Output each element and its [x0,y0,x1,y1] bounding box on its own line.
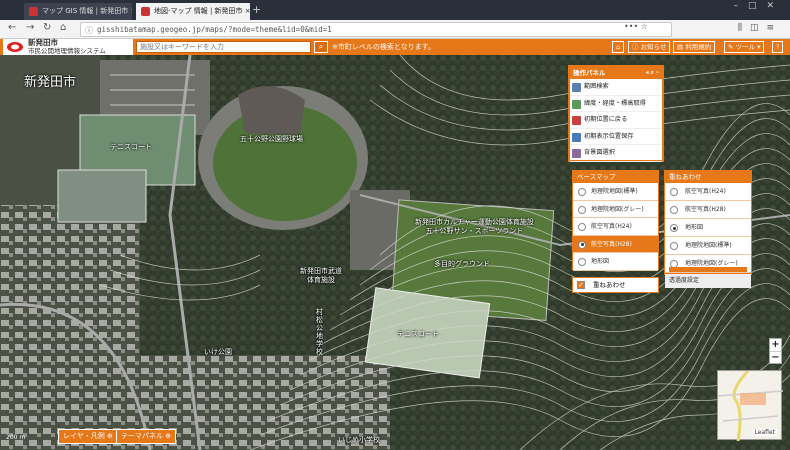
search-icon: ⌕ [318,42,324,51]
radio-icon [670,206,678,214]
transparency-slider[interactable] [669,267,747,272]
overview-minimap[interactable]: Leaflet [717,369,784,442]
basemap-option[interactable]: 地理院地図(標準) [573,183,658,201]
map-label-park: いけ公園 [204,348,232,356]
panel-item-reset-position[interactable]: 初期位置に戻る [570,112,662,129]
radio-icon [578,188,586,196]
panel-item-background[interactable]: 背景図選択 [570,145,662,162]
overlay-option[interactable]: 航空写真(H28) [665,201,751,219]
checkbox-checked-icon: ✓ [577,281,585,289]
radio-icon [578,205,586,214]
panel-item-range-search[interactable]: 範囲検索 [570,79,662,96]
logo-city-name: 新発田市 [28,38,58,47]
overlay-toggle[interactable]: ✓ 重ねあわせ [572,277,659,293]
site-favicon-icon [29,7,38,16]
radio-icon [670,242,678,250]
background-map-icon [572,149,581,158]
address-bar[interactable]: ⓘ gisshibatamap.geogeo.jp/maps/?mode=them… [80,22,672,37]
tools-button[interactable]: ✎ ツール ▾ [724,41,765,53]
page-actions-icon[interactable]: ••• ☆ [624,22,648,31]
zoom-out-button[interactable]: − [770,351,781,364]
basemap-option[interactable]: 航空写真(H24) [573,218,658,236]
site-logo[interactable]: 新発田市 市民公開地理情報システム [3,39,133,55]
toolbar-icons[interactable]: ⫼◫≡ [738,23,782,33]
basemap-option[interactable]: 地形図 [573,253,658,271]
radio-icon [578,223,586,231]
map-label-school-vertical: 村 松 公 地 学 校 [316,308,323,356]
info-icon: ⓘ [85,26,93,35]
browser-window: マップ GIS 情報 | 新発田市 × 地図-マップ 情報 | 新発田市 × +… [0,0,790,450]
search-note: ※市町レベルの検索となります。 [332,43,435,51]
info-icon: ⓘ [632,43,641,51]
site-favicon-icon [141,7,150,16]
search-input[interactable] [136,41,311,53]
radio-icon [670,188,678,196]
document-icon: ▤ [677,43,686,51]
panel-item-save-position[interactable]: 初期表示位置保存 [570,129,662,145]
operation-panel: 操作パネル ◂ ⌕ – 範囲検索 緯度・経度・標高取得 初期位置に戻る 初期表示位… [568,65,664,162]
home-icon[interactable]: ⌂ [60,22,66,33]
basemap-option[interactable]: 地理院地図(グレー) [573,200,658,218]
radio-icon [578,240,586,249]
overlay-option[interactable]: 地理院地図(標準) [665,237,751,255]
reload-icon[interactable]: ↻ [43,22,51,33]
window-controls[interactable]: –□✕ [733,1,784,11]
layers-legend-button[interactable]: レイヤ・凡例 ⊕ [58,429,118,444]
tab-gis-info[interactable]: マップ GIS 情報 | 新発田市 × [24,3,132,20]
operation-panel-header[interactable]: 操作パネル ◂ ⌕ – [570,67,662,79]
map-label-school: いじめ小学校 [338,436,380,444]
map-label-tennis-court: テニスコート [110,143,152,151]
map-label-ground: 多目的グラウンド [434,260,490,268]
latlon-icon [572,99,581,109]
overlay-panel: 重ねあわせ 航空写真(H24) 航空写真(H28) 地形図 地理院地図(標準) 地理院地… [664,170,752,288]
map-label-tennis-court-2: テニスコート [397,330,439,338]
panel-collapse-icon[interactable]: ◂ ⌕ – [645,67,659,79]
notice-button[interactable]: ⓘ お知らせ [628,41,671,53]
basemap-panel: ベースマップ 地理院地図(標準) 地理院地図(グレー) 航空写真(H24) 航空写真(… [572,170,659,271]
overlay-option[interactable]: 航空写真(H24) [665,183,751,201]
panel-item-latlon[interactable]: 緯度・経度・標高取得 [570,96,662,112]
home-button[interactable]: ⌂ [612,41,625,53]
wrench-icon: ✎ [728,43,736,51]
radio-icon [670,224,678,232]
home-icon: ⌂ [616,43,621,51]
zoom-control: + − [769,338,782,364]
forward-icon[interactable]: → [26,22,34,33]
back-icon[interactable]: ← [8,22,16,33]
basemap-option[interactable]: 航空写真(H28) [573,235,658,253]
site-header: 新発田市 市民公開地理情報システム ⌕ ※市町レベルの検索となります。 ⌂ ⓘ … [0,39,790,55]
overlay-title: 重ねあわせ [665,171,751,183]
help-button[interactable]: ? [772,41,784,53]
scale-bar: 200 m [6,434,26,441]
home-icon [572,116,581,125]
basemap-title: ベースマップ [573,171,658,183]
save-position-icon [572,132,581,142]
map-label-gym: 新発田市武道 体育施設 [300,267,342,284]
overlay-option[interactable]: 地形図 [665,219,751,237]
city-name-label: 新発田市 [24,75,77,90]
map-label-sports-center: 新発田市カルチャー運動公園体育施設 五十公野サン・スポーツランド [415,218,534,235]
city-emblem-icon [7,42,23,52]
tab-bar: マップ GIS 情報 | 新発田市 × 地図-マップ 情報 | 新発田市 × +… [0,0,790,20]
leaflet-attribution[interactable]: Leaflet [752,429,777,436]
new-tab-button[interactable]: + [252,3,261,16]
radio-icon [578,258,586,266]
tab-map-info[interactable]: 地図-マップ 情報 | 新発田市 × [136,3,250,20]
map-label-stadium: 五十公野公園野球場 [240,135,303,143]
nav-bar: ← → ↻ ⌂ ⓘ gisshibatamap.geogeo.jp/maps/?m… [0,20,790,39]
terms-button[interactable]: ▤ 利用規約 [673,41,716,53]
search-button[interactable]: ⌕ [314,41,328,53]
range-search-icon [572,83,581,92]
logo-system-name: 市民公開地理情報システム [28,47,106,55]
zoom-in-button[interactable]: + [770,339,781,351]
theme-panel-button[interactable]: テーマパネル ⊕ [116,429,177,444]
transparency-setting[interactable]: 透過度設定 [665,273,751,288]
